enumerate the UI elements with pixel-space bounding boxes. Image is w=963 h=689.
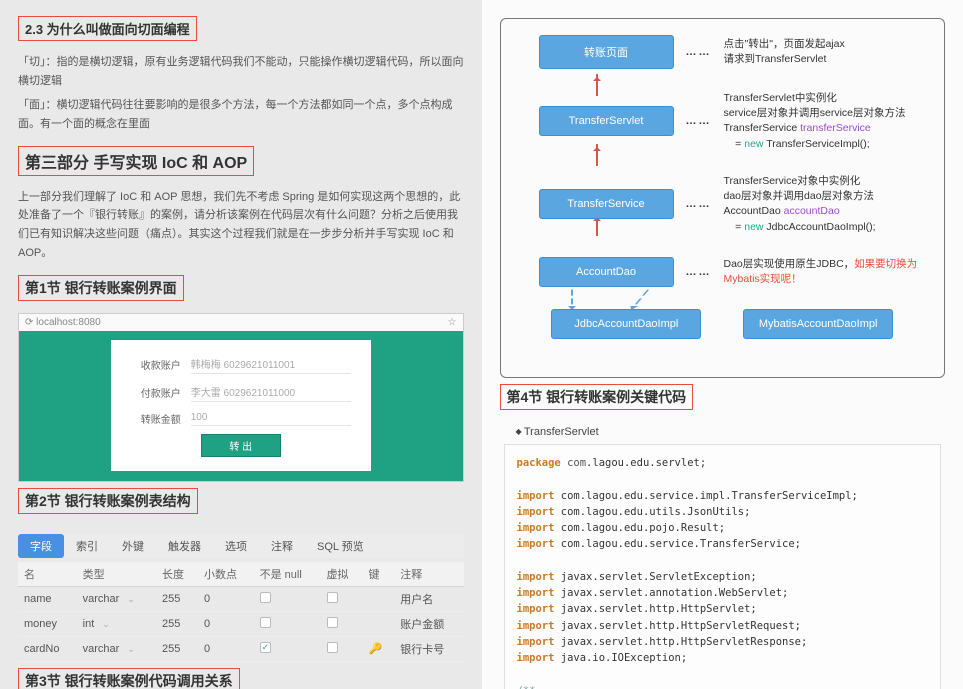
code-block: package com.lagou.edu.servlet; import co… (504, 444, 942, 689)
tab-options[interactable]: 选项 (213, 534, 259, 558)
dots-icon: …… (686, 46, 712, 58)
cell-type[interactable]: varchar⌄ (77, 636, 156, 661)
transfer-form: 收款账户 韩梅梅 6029621011001 付款账户 李大雷 60296210… (111, 340, 371, 471)
cell-nn[interactable] (254, 611, 321, 636)
cell-note: 银行卡号 (394, 636, 463, 661)
heading-sec4: 第4节 银行转账案例关键代码 (500, 384, 694, 410)
tab-index[interactable]: 索引 (64, 534, 110, 558)
table-row: money int⌄ 255 0 账户金额 (18, 611, 464, 636)
th-type[interactable]: 类型 (77, 562, 156, 587)
db-tabs: 字段 索引 外键 触发器 选项 注释 SQL 预览 (18, 534, 464, 558)
cell-note: 用户名 (394, 586, 463, 611)
cell-nn[interactable] (254, 636, 321, 661)
cell-virt[interactable] (321, 611, 363, 636)
call-diagram: 转账页面 …… 点击"转出"，页面发起ajax 请求到TransferServl… (500, 18, 946, 378)
cell-len[interactable]: 255 (156, 586, 198, 611)
cell-dec[interactable]: 0 (198, 636, 254, 661)
cell-note: 账户金额 (394, 611, 463, 636)
cell-name[interactable]: name (18, 586, 77, 611)
cell-virt[interactable] (321, 636, 363, 661)
box-jdbc-impl: JdbcAccountDaoImpl (551, 309, 701, 339)
cell-name[interactable]: money (18, 611, 77, 636)
cell-dec[interactable]: 0 (198, 611, 254, 636)
th-virtual[interactable]: 虚拟 (321, 562, 363, 587)
th-length[interactable]: 长度 (156, 562, 198, 587)
th-decimal[interactable]: 小数点 (198, 562, 254, 587)
heading-sec3: 第3节 银行转账案例代码调用关系 (18, 668, 240, 689)
dots-icon: …… (686, 115, 712, 127)
arrow-up-icon (596, 144, 598, 166)
box-mybatis-impl: MybatisAccountDaoImpl (743, 309, 893, 339)
amount-label: 转账金额 (131, 411, 181, 426)
cell-key (363, 611, 395, 636)
tab-fields[interactable]: 字段 (18, 534, 64, 558)
tab-fk[interactable]: 外键 (110, 534, 156, 558)
note-dao: Dao层实现使用原生JDBC，如果要切换为Mybatis实现呢！ (724, 257, 935, 287)
cell-key: 🔑 (363, 636, 395, 661)
heading-2-3: 2.3 为什么叫做面向切面编程 (18, 16, 197, 41)
th-key[interactable]: 键 (363, 562, 395, 587)
note-servlet: TransferServlet中实例化 service层对象并调用service… (724, 91, 935, 152)
tab-trigger[interactable]: 触发器 (156, 534, 213, 558)
cell-type[interactable]: varchar⌄ (77, 586, 156, 611)
sort-icon[interactable]: ⌄ (127, 594, 135, 604)
cell-dec[interactable]: 0 (198, 586, 254, 611)
page-body: 收款账户 韩梅梅 6029621011001 付款账户 李大雷 60296210… (19, 331, 463, 481)
box-dao: AccountDao (539, 257, 674, 287)
left-page: 2.3 为什么叫做面向切面编程 「切」：指的是横切逻辑，原有业务逻辑代码我们不能… (0, 0, 482, 689)
bullet-servlet: TransferServlet (516, 426, 946, 438)
right-page: 转账页面 …… 点击"转出"，页面发起ajax 请求到TransferServl… (482, 0, 963, 689)
browser-mock: ⟳ localhost:8080 ☆ 收款账户 韩梅梅 602962101100… (18, 313, 464, 482)
table-row: cardNo varchar⌄ 255 0 🔑 银行卡号 (18, 636, 464, 661)
cell-nn[interactable] (254, 586, 321, 611)
cell-len[interactable]: 255 (156, 636, 198, 661)
box-service: TransferService (539, 189, 674, 219)
th-name[interactable]: 名 (18, 562, 77, 587)
submit-button[interactable]: 转 出 (201, 434, 281, 457)
para-intro: 上一部分我们理解了 IoC 和 AOP 思想，我们先不考虑 Spring 是如何… (18, 188, 464, 263)
tab-sqlpreview[interactable]: SQL 预览 (305, 534, 376, 558)
schema-table: 名 类型 长度 小数点 不是 null 虚拟 键 注释 name varchar… (18, 562, 464, 662)
cell-virt[interactable] (321, 586, 363, 611)
note-service: TransferService对象中实例化 dao层对象并调用dao层对象方法 … (724, 174, 935, 235)
para-mian: 「面」：横切逻辑代码往往要影响的是很多个方法，每一个方法都如同一个点，多个点构成… (18, 96, 464, 133)
heading-part3: 第三部分 手写实现 IoC 和 AOP (18, 146, 254, 176)
address-text: localhost:8080 (36, 317, 101, 328)
dots-icon: …… (686, 266, 712, 278)
star-icon[interactable]: ☆ (448, 317, 457, 328)
payer-label: 付款账户 (131, 385, 181, 400)
reload-icon[interactable]: ⟳ (25, 317, 33, 328)
payee-label: 收款账户 (131, 357, 181, 372)
cell-type[interactable]: int⌄ (77, 611, 156, 636)
cell-len[interactable]: 255 (156, 611, 198, 636)
payee-input[interactable]: 韩梅梅 6029621011001 (191, 354, 351, 374)
cell-key (363, 586, 395, 611)
dots-icon: …… (686, 198, 712, 210)
heading-sec2: 第2节 银行转账案例表结构 (18, 488, 198, 514)
heading-sec1: 第1节 银行转账案例界面 (18, 275, 184, 301)
para-qie: 「切」：指的是横切逻辑，原有业务逻辑代码我们不能动，只能操作横切逻辑代码，所以面… (18, 53, 464, 90)
payer-input[interactable]: 李大雷 6029621011000 (191, 382, 351, 402)
box-servlet: TransferServlet (539, 106, 674, 136)
cell-name[interactable]: cardNo (18, 636, 77, 661)
th-note[interactable]: 注释 (394, 562, 463, 587)
amount-input[interactable]: 100 (191, 410, 351, 426)
sort-icon[interactable]: ⌄ (102, 619, 110, 629)
tab-comment[interactable]: 注释 (259, 534, 305, 558)
th-notnull[interactable]: 不是 null (254, 562, 321, 587)
address-bar: ⟳ localhost:8080 ☆ (19, 314, 463, 331)
note-ajax: 点击"转出"，页面发起ajax 请求到TransferServlet (724, 37, 935, 67)
sort-icon[interactable]: ⌄ (127, 644, 135, 654)
table-row: name varchar⌄ 255 0 用户名 (18, 586, 464, 611)
box-page: 转账页面 (539, 35, 674, 69)
